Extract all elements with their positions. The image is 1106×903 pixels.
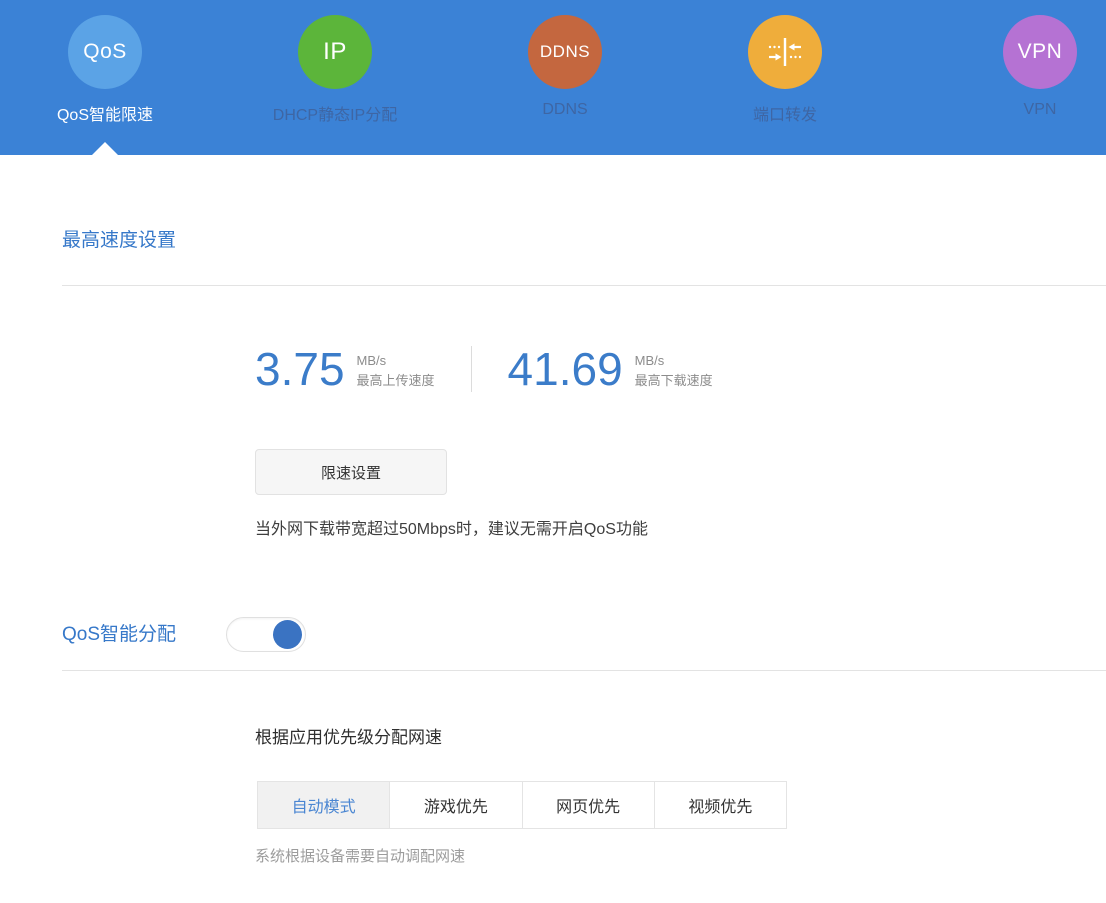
speed-summary: 3.75 MB/s 最高上传速度 41.69 MB/s 最高下载速度 <box>255 346 1106 392</box>
nav-label-dhcp: DHCP静态IP分配 <box>273 101 397 125</box>
port-forward-icon <box>748 15 822 89</box>
tab-game-priority[interactable]: 游戏优先 <box>389 782 521 828</box>
download-speed-value: 41.69 <box>508 346 623 392</box>
tab-auto-mode[interactable]: 自动模式 <box>258 782 389 828</box>
upload-speed-meta: MB/s 最高上传速度 <box>357 346 435 392</box>
ip-icon-text: IP <box>323 38 347 66</box>
tab-video-priority[interactable]: 视频优先 <box>654 782 786 828</box>
nav-label-port-forward: 端口转发 <box>753 101 817 125</box>
section-divider <box>62 285 1106 286</box>
download-speed-unit: MB/s <box>635 351 713 371</box>
download-speed-group: 41.69 MB/s 最高下载速度 <box>508 346 713 392</box>
upload-speed-group: 3.75 MB/s 最高上传速度 <box>255 346 435 392</box>
nav-item-ddns[interactable]: DDNS DDNS <box>475 15 655 119</box>
nav-label-ddns: DDNS <box>542 101 587 119</box>
upload-speed-label: 最高上传速度 <box>357 371 435 391</box>
vpn-icon-text: VPN <box>1018 40 1063 64</box>
toggle-knob <box>273 620 302 649</box>
nav-item-qos[interactable]: QoS QoS智能限速 <box>15 15 195 125</box>
download-speed-meta: MB/s 最高下载速度 <box>635 346 713 392</box>
max-speed-section-title: 最高速度设置 <box>62 228 1106 254</box>
vpn-icon: VPN <box>1003 15 1077 89</box>
ddns-icon: DDNS <box>528 15 602 89</box>
speed-limit-settings-button[interactable]: 限速设置 <box>255 449 447 495</box>
priority-mode-tabs: 自动模式 游戏优先 网页优先 视频优先 <box>257 781 787 829</box>
nav-item-dhcp[interactable]: IP DHCP静态IP分配 <box>245 15 425 125</box>
nav-item-port-forward[interactable]: 端口转发 <box>695 15 875 125</box>
tab-web-priority[interactable]: 网页优先 <box>522 782 654 828</box>
qos-icon: QoS <box>68 15 142 89</box>
upload-speed-unit: MB/s <box>357 351 435 371</box>
upload-speed-value: 3.75 <box>255 346 345 392</box>
qos-hint-text: 当外网下载带宽超过50Mbps时，建议无需开启QoS功能 <box>255 515 1106 539</box>
nav-label-vpn: VPN <box>1024 101 1057 119</box>
port-forward-icon-glyph <box>764 31 806 73</box>
vertical-divider <box>471 346 472 392</box>
active-nav-pointer <box>92 142 118 155</box>
ddns-icon-text: DDNS <box>540 42 590 62</box>
qos-icon-text: QoS <box>83 40 127 64</box>
tab-description: 系统根据设备需要自动调配网速 <box>255 845 1106 866</box>
ip-icon: IP <box>298 15 372 89</box>
section-divider <box>62 670 1106 671</box>
qos-allocation-header: QoS智能分配 <box>62 617 1106 652</box>
priority-subtitle: 根据应用优先级分配网速 <box>255 723 1106 748</box>
nav-label-qos: QoS智能限速 <box>57 101 153 125</box>
feature-nav-bar: QoS QoS智能限速 IP DHCP静态IP分配 DDNS DDNS <box>0 0 1106 155</box>
nav-item-vpn[interactable]: VPN VPN <box>950 15 1106 119</box>
qos-allocation-toggle[interactable] <box>226 617 306 652</box>
download-speed-label: 最高下载速度 <box>635 371 713 391</box>
qos-allocation-title: QoS智能分配 <box>62 622 176 648</box>
